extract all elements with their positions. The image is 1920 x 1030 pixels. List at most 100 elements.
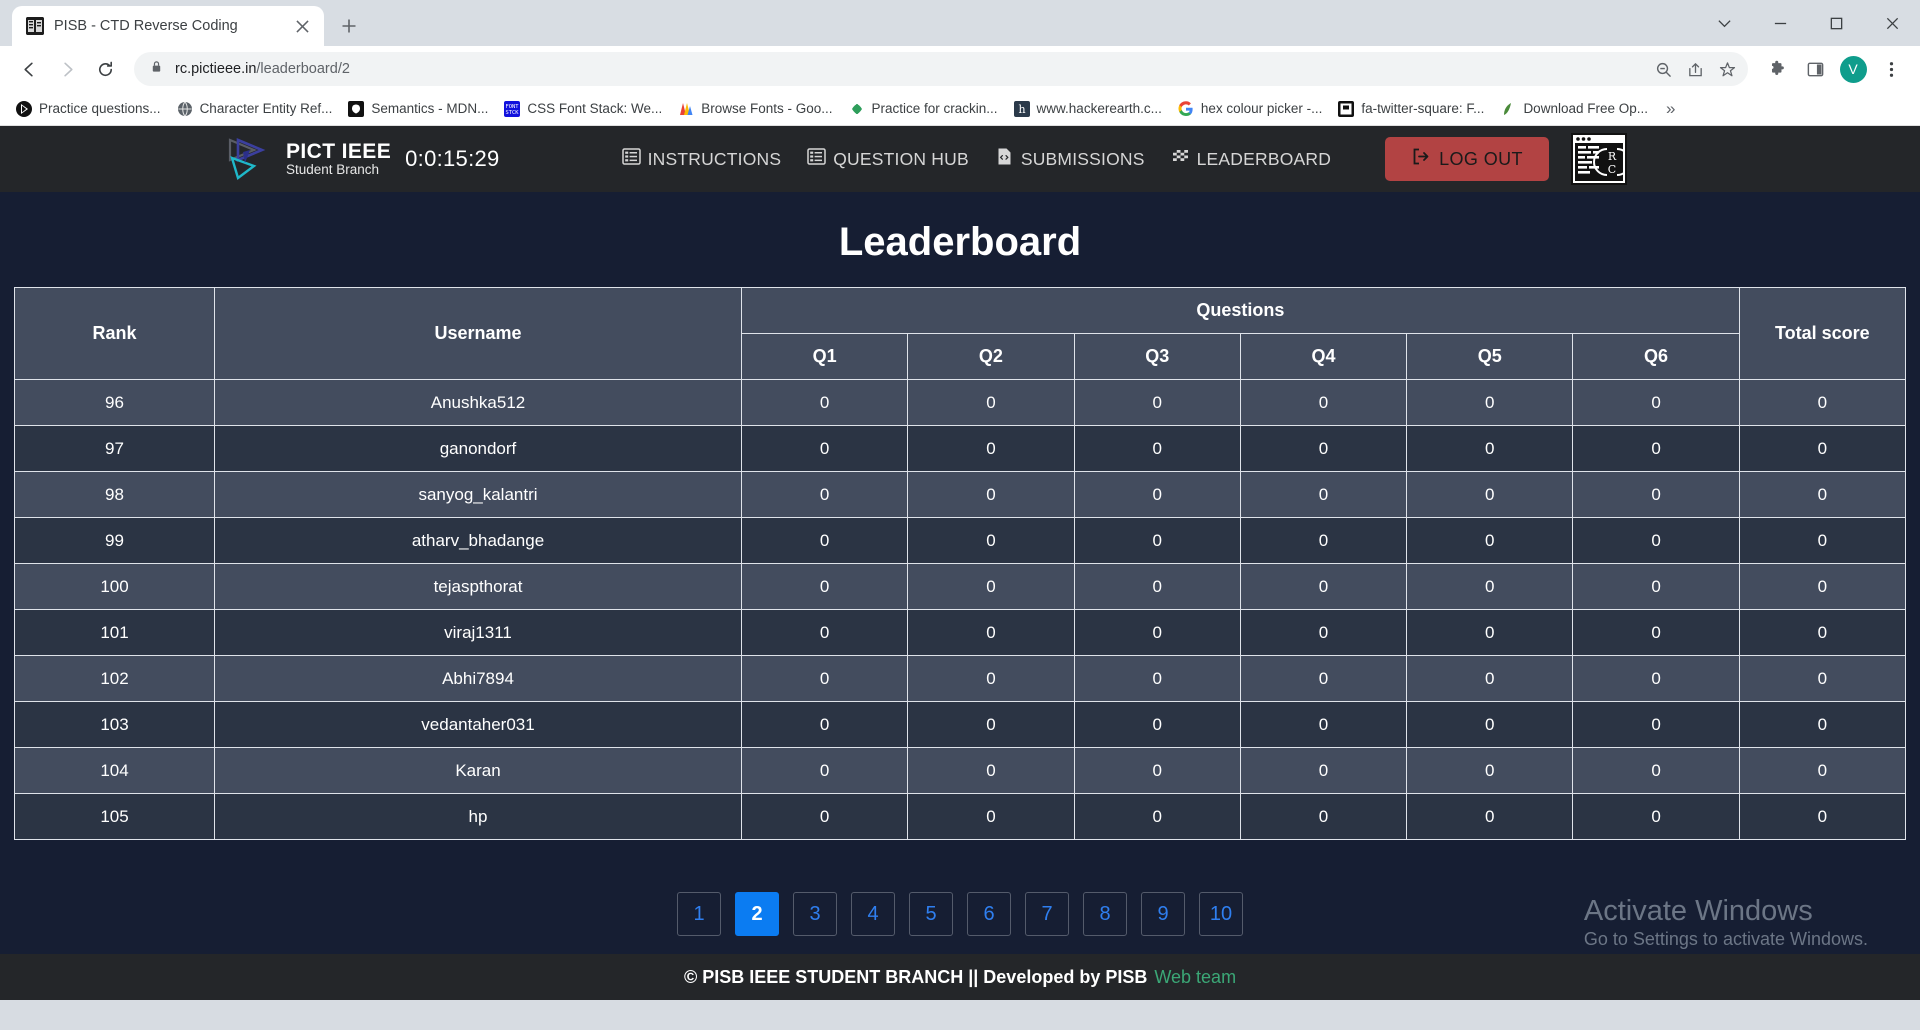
reload-icon[interactable] <box>88 52 122 86</box>
nav-label: QUESTION HUB <box>833 148 969 169</box>
forward-icon[interactable] <box>50 52 84 86</box>
minimize-icon[interactable] <box>1752 0 1808 46</box>
back-icon[interactable] <box>12 52 46 86</box>
bookmark-item[interactable]: hex colour picker -... <box>1170 97 1331 121</box>
table-row: 102 Abhi7894 0 0 0 0 0 0 0 <box>14 655 1907 702</box>
bookmark-star-icon[interactable] <box>1712 54 1742 84</box>
header-rank: Rank <box>14 287 215 380</box>
cell-score-q3: 0 <box>1073 379 1241 426</box>
bookmark-item[interactable]: Practice for crackin... <box>841 97 1006 121</box>
sign-out-icon <box>1411 147 1430 171</box>
pagination-page-3[interactable]: 3 <box>793 892 837 936</box>
nav-item-instructions[interactable]: INSTRUCTIONS <box>621 147 782 171</box>
cell-score-q4: 0 <box>1239 609 1408 656</box>
cell-score-q1: 0 <box>740 609 909 656</box>
pagination-page-1[interactable]: 1 <box>677 892 721 936</box>
cell-score-q5: 0 <box>1406 517 1574 564</box>
bookmark-item[interactable]: Semantics - MDN... <box>340 97 496 121</box>
cell-rank: 98 <box>14 471 215 518</box>
new-tab-button[interactable] <box>332 9 366 43</box>
footer-web-team-link[interactable]: Web team <box>1154 967 1236 988</box>
extensions-icon[interactable] <box>1760 52 1794 86</box>
pagination-page-6[interactable]: 6 <box>967 892 1011 936</box>
cell-score-q1: 0 <box>740 655 909 702</box>
hackerearth-icon: h <box>1013 100 1030 117</box>
cell-score-q5: 0 <box>1406 471 1574 518</box>
cell-score-q4: 0 <box>1239 563 1408 610</box>
zoom-out-icon[interactable] <box>1648 54 1678 84</box>
profile-initial: V <box>1839 55 1867 83</box>
header-q3: Q3 <box>1073 333 1241 380</box>
bookmarks-overflow-button[interactable]: » <box>1660 99 1681 119</box>
page-title: Leaderboard <box>838 220 1082 264</box>
cell-score-q5: 0 <box>1406 563 1574 610</box>
logout-button[interactable]: LOG OUT <box>1385 137 1549 181</box>
bookmarks-bar: Practice questions... Character Entity R… <box>0 92 1920 126</box>
cell-rank: 97 <box>14 425 215 472</box>
watermark-title: Activate Windows <box>1583 894 1813 927</box>
bookmark-label: fa-twitter-square: F... <box>1361 101 1485 116</box>
header-q6: Q6 <box>1572 333 1740 380</box>
fontawesome-icon <box>1338 100 1355 117</box>
cell-score-q5: 0 <box>1406 793 1574 840</box>
pagination-page-2[interactable]: 2 <box>735 892 779 936</box>
cell-score-q1: 0 <box>740 701 909 748</box>
cell-username: viraj1311 <box>214 609 742 656</box>
google-fonts-icon <box>678 101 694 117</box>
cell-score-q3: 0 <box>1073 701 1241 748</box>
cell-score-q4: 0 <box>1239 747 1408 794</box>
pagination-page-4[interactable]: 4 <box>851 892 895 936</box>
mdn-icon <box>348 100 365 117</box>
tab-strip: PISB - CTD Reverse Coding <box>0 0 1920 46</box>
cell-score-q2: 0 <box>907 563 1075 610</box>
cell-score-q1: 0 <box>740 425 909 472</box>
cell-score-q2: 0 <box>907 379 1075 426</box>
cell-score-q4: 0 <box>1239 517 1408 564</box>
cell-total-score: 0 <box>1738 379 1907 426</box>
nav-item-question-hub[interactable]: QUESTION HUB <box>807 147 969 171</box>
cell-rank: 103 <box>14 701 215 748</box>
pict-ieee-logo-icon <box>224 136 272 182</box>
cell-score-q2: 0 <box>907 747 1075 794</box>
header-questions: Questions <box>741 287 1740 334</box>
bookmark-item[interactable]: Character Entity Ref... <box>169 97 341 121</box>
cell-total-score: 0 <box>1738 793 1907 840</box>
address-bar[interactable]: rc.pictieee.in/leaderboard/2 <box>134 52 1748 86</box>
cell-score-q4: 0 <box>1239 701 1408 748</box>
bookmark-item[interactable]: FONT STCK CSS Font Stack: We... <box>496 97 670 121</box>
svg-text:h: h <box>1018 103 1025 116</box>
cell-total-score: 0 <box>1738 425 1907 472</box>
reverse-coding-logo-icon[interactable]: R C <box>1570 133 1627 185</box>
chevron-down-icon[interactable] <box>1696 0 1752 46</box>
brand[interactable]: PICT IEEE Student Branch <box>224 136 391 182</box>
share-icon[interactable] <box>1680 54 1710 84</box>
bookmark-item[interactable]: Browse Fonts - Goo... <box>670 97 840 121</box>
bookmark-item[interactable]: Practice questions... <box>8 97 169 121</box>
table-head: Rank Username Questions Total score Q1 Q… <box>14 287 1907 380</box>
cell-rank: 101 <box>14 609 215 656</box>
side-panel-icon[interactable] <box>1798 52 1832 86</box>
pagination-page-8[interactable]: 8 <box>1083 892 1127 936</box>
nav-item-leaderboard[interactable]: LEADERBOARD <box>1171 147 1331 171</box>
cell-score-q6: 0 <box>1572 563 1740 610</box>
nav-item-submissions[interactable]: SUBMISSIONS <box>995 147 1145 171</box>
cell-total-score: 0 <box>1738 701 1907 748</box>
table-row: 99 atharv_bhadange 0 0 0 0 0 0 0 <box>14 517 1907 564</box>
pagination-page-10[interactable]: 10 <box>1199 892 1243 936</box>
browser-tab[interactable]: PISB - CTD Reverse Coding <box>12 6 324 46</box>
omnibox-actions <box>1648 54 1742 84</box>
header-q1: Q1 <box>740 333 909 380</box>
pagination-page-5[interactable]: 5 <box>909 892 953 936</box>
avatar[interactable]: V <box>1836 52 1870 86</box>
menu-icon[interactable] <box>1874 52 1908 86</box>
close-window-icon[interactable] <box>1864 0 1920 46</box>
cell-score-q2: 0 <box>907 655 1075 702</box>
bookmark-item[interactable]: h www.hackerearth.c... <box>1006 97 1170 121</box>
pagination-page-9[interactable]: 9 <box>1141 892 1185 936</box>
cell-score-q6: 0 <box>1572 517 1740 564</box>
bookmark-item[interactable]: fa-twitter-square: F... <box>1330 97 1492 121</box>
maximize-icon[interactable] <box>1808 0 1864 46</box>
pagination-page-7[interactable]: 7 <box>1025 892 1069 936</box>
close-icon[interactable] <box>290 14 314 38</box>
bookmark-item[interactable]: Download Free Op... <box>1492 97 1656 121</box>
